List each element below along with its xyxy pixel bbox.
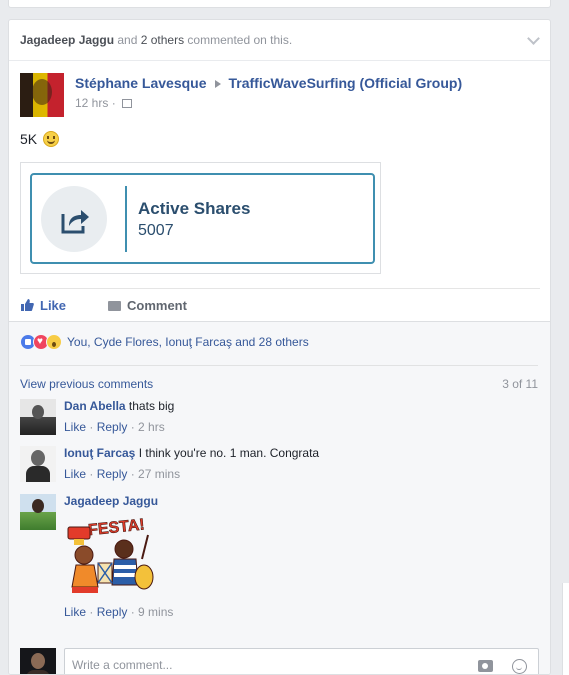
- comment-body: Ionuţ Farcaş I think you're no. 1 man. C…: [64, 446, 319, 460]
- post-message-text: 5K: [20, 131, 38, 147]
- comment-text: I think you're no. 1 man. Congrata: [138, 446, 320, 460]
- reactions-summary[interactable]: You, Cyde Flores, Ionuţ Farcaş and 28 ot…: [20, 334, 309, 352]
- sticker-text: FESTA!: [87, 516, 145, 539]
- comment-footer: Like · Reply · 27 mins: [64, 467, 181, 481]
- comment-footer: Like · Reply · 9 mins: [64, 605, 174, 619]
- previous-post-card: [8, 0, 551, 8]
- share-arrow-icon: [61, 210, 89, 234]
- arrow-right-icon: [214, 79, 221, 88]
- camera-icon[interactable]: [478, 660, 493, 672]
- like-button[interactable]: Like: [21, 298, 66, 313]
- share-divider: [125, 186, 127, 252]
- activity-notice: Jagadeep Jaggu and 2 others commented on…: [9, 20, 550, 61]
- notice-others-link[interactable]: 2 others: [141, 33, 184, 47]
- notice-name-link[interactable]: Jagadeep Jaggu: [20, 33, 114, 47]
- commenter-avatar[interactable]: [20, 399, 56, 435]
- comment-input-placeholder: Write a comment...: [72, 658, 173, 672]
- author-line: Stéphane Lavesque TrafficWaveSurfing (Off…: [75, 75, 462, 91]
- view-previous-comments-link[interactable]: View previous comments: [20, 377, 153, 391]
- comment-input[interactable]: Write a comment...: [64, 648, 539, 674]
- comment-composer: Write a comment...: [20, 644, 540, 674]
- comment-button[interactable]: Comment: [108, 298, 187, 313]
- author-avatar[interactable]: [20, 73, 64, 117]
- post-meta: 12 hrs ·: [75, 96, 133, 110]
- comment-time[interactable]: 2 hrs: [138, 420, 165, 434]
- comment-bubble-icon: [108, 301, 121, 311]
- notice-conj: and: [114, 33, 141, 47]
- post-timestamp[interactable]: 12 hrs: [75, 96, 108, 110]
- commenter-name-link[interactable]: Jagadeep Jaggu: [64, 494, 158, 508]
- post-header: Stéphane Lavesque TrafficWaveSurfing (Off…: [9, 61, 550, 127]
- group-name-link[interactable]: TrafficWaveSurfing (Official Group): [229, 75, 463, 91]
- comment-like-link[interactable]: Like: [64, 420, 86, 434]
- commenter-avatar[interactable]: [20, 494, 56, 530]
- audience-members-icon[interactable]: [122, 99, 133, 108]
- share-icon-circle: [41, 186, 107, 252]
- comment-like-link[interactable]: Like: [64, 467, 86, 481]
- post-actions: Like Comment: [20, 288, 540, 321]
- comment-count: 3 of 11: [502, 377, 538, 391]
- comment-text: thats big: [128, 399, 175, 413]
- right-column-edge: [555, 0, 569, 675]
- share-card-frame: Active Shares 5007: [30, 173, 375, 264]
- comment-footer: Like · Reply · 2 hrs: [64, 420, 165, 434]
- like-label: Like: [40, 298, 67, 313]
- author-name-link[interactable]: Stéphane Lavesque: [75, 75, 207, 91]
- commenter-name-link[interactable]: Ionuţ Farcaş: [64, 446, 135, 460]
- comment-reply-link[interactable]: Reply: [97, 467, 128, 481]
- divider: [20, 365, 538, 366]
- post-message: 5K: [20, 131, 60, 147]
- comment-time[interactable]: 27 mins: [138, 467, 180, 481]
- comment-body: Dan Abella thats big: [64, 399, 174, 413]
- current-user-avatar[interactable]: [20, 648, 56, 674]
- comment-body: Jagadeep Jaggu: [64, 494, 158, 508]
- smile-emoji-icon: [43, 131, 60, 147]
- commenter-avatar[interactable]: [20, 446, 56, 482]
- comment-reply-link[interactable]: Reply: [97, 605, 128, 619]
- share-card-title: Active Shares: [138, 199, 251, 218]
- right-panel-edge: [562, 583, 569, 675]
- comment-like-link[interactable]: Like: [64, 605, 86, 619]
- comment-reply-link[interactable]: Reply: [97, 420, 128, 434]
- share-card-count: 5007: [138, 222, 174, 239]
- comment-label: Comment: [127, 298, 187, 313]
- comment-time[interactable]: 9 mins: [138, 605, 173, 619]
- reactions-text[interactable]: You, Cyde Flores, Ionuţ Farcaş and 28 ot…: [67, 335, 309, 349]
- emoji-icon[interactable]: [512, 659, 527, 674]
- comments-section: You, Cyde Flores, Ionuţ Farcaş and 28 ot…: [9, 321, 550, 674]
- thumbs-up-icon: [21, 299, 34, 311]
- attached-image[interactable]: Active Shares 5007: [20, 162, 381, 274]
- notice-suffix: commented on this.: [184, 33, 293, 47]
- chevron-down-icon[interactable]: [527, 32, 540, 45]
- festa-sticker[interactable]: FESTA!: [64, 515, 156, 597]
- wow-reaction-icon: [46, 334, 62, 350]
- post-card: Jagadeep Jaggu and 2 others commented on…: [8, 19, 551, 675]
- commenter-name-link[interactable]: Dan Abella: [64, 399, 126, 413]
